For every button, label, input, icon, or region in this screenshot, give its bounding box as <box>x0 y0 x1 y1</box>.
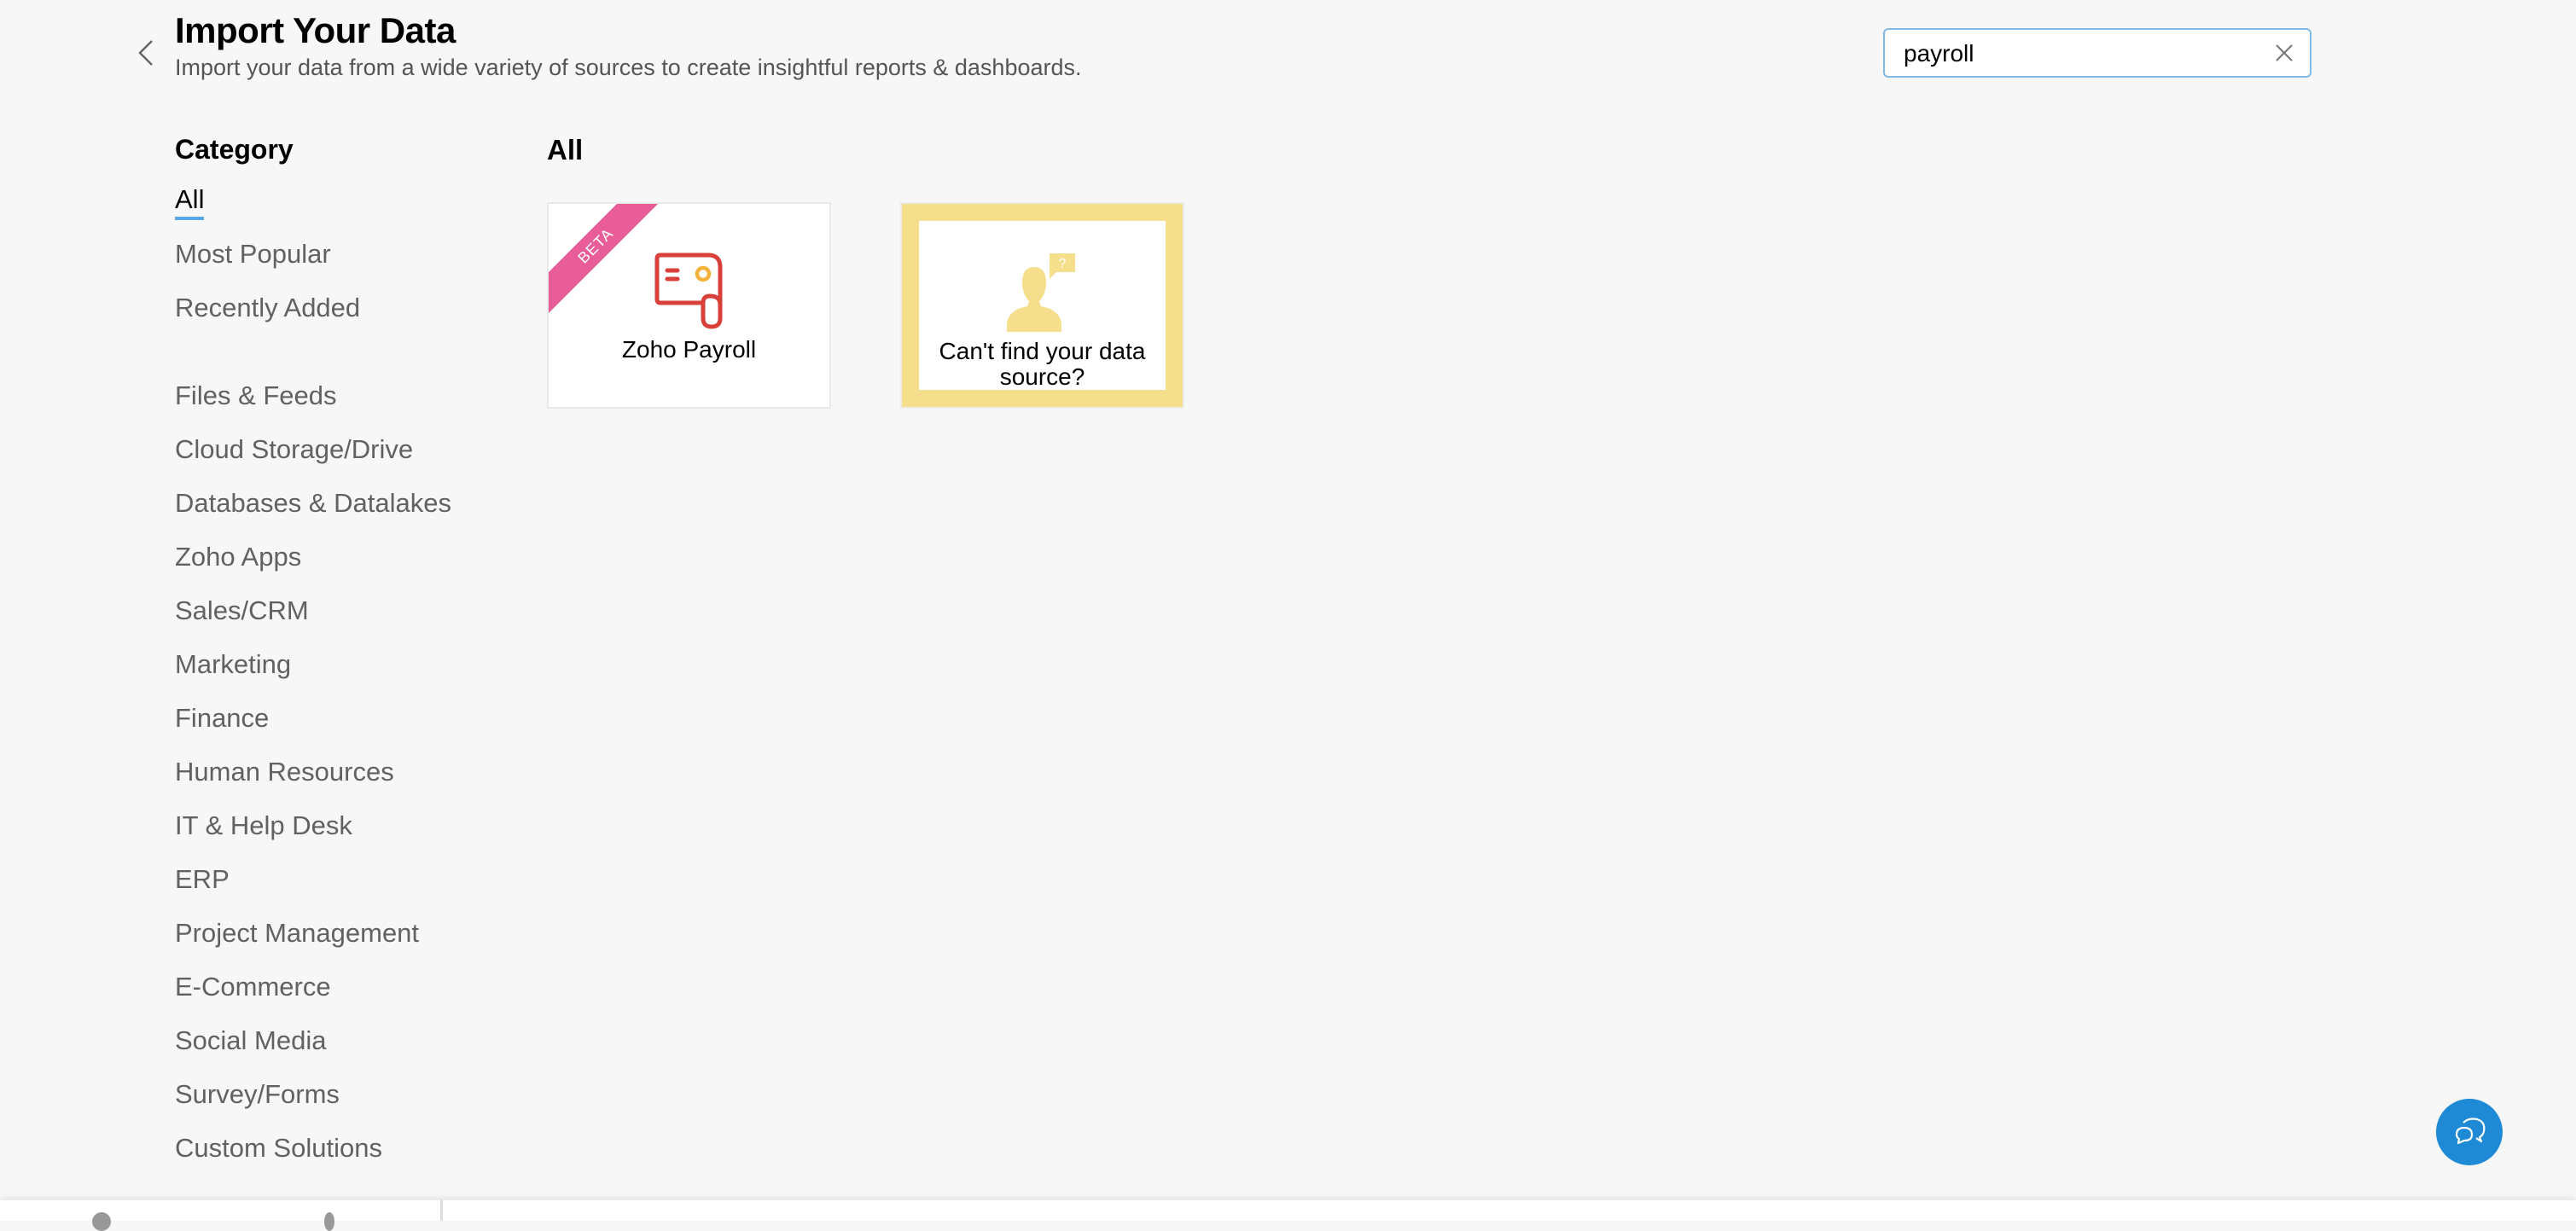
zoho-payroll-card[interactable]: BETA Zoho Payroll <box>547 202 831 409</box>
category-databases[interactable]: Databases & Datalakes <box>175 488 451 519</box>
card-label: Can't find your data source? <box>939 338 1146 390</box>
bottom-icon <box>92 1212 111 1231</box>
section-title: All <box>547 134 584 165</box>
close-icon[interactable] <box>2272 41 2296 65</box>
card-inner: ? Can't find your data source? <box>919 221 1166 390</box>
card-label: Zoho Payroll <box>621 336 757 363</box>
category-project-management[interactable]: Project Management <box>175 918 419 949</box>
chat-button[interactable] <box>2436 1099 2503 1165</box>
category-it-help-desk[interactable]: IT & Help Desk <box>175 810 352 841</box>
category-marketing[interactable]: Marketing <box>175 649 291 680</box>
category-human-resources[interactable]: Human Resources <box>175 757 394 787</box>
chat-bubbles-icon <box>2455 1118 2486 1145</box>
category-sales-crm[interactable]: Sales/CRM <box>175 595 309 626</box>
page-subtitle: Import your data from a wide variety of … <box>175 55 1082 80</box>
category-cloud-storage[interactable]: Cloud Storage/Drive <box>175 434 413 465</box>
category-all[interactable]: All <box>175 184 205 220</box>
category-zoho-apps[interactable]: Zoho Apps <box>175 542 301 572</box>
category-files-feeds[interactable]: Files & Feeds <box>175 380 337 411</box>
category-e-commerce[interactable]: E-Commerce <box>175 972 331 1002</box>
category-recently-added[interactable]: Recently Added <box>175 293 360 323</box>
category-most-popular[interactable]: Most Popular <box>175 239 331 270</box>
search-box <box>1883 28 2311 78</box>
category-survey-forms[interactable]: Survey/Forms <box>175 1079 340 1110</box>
category-finance[interactable]: Finance <box>175 703 269 734</box>
category-heading: Category <box>175 134 294 165</box>
back-button[interactable] <box>130 36 164 70</box>
page-title: Import Your Data <box>175 10 456 50</box>
bottom-bar <box>0 1200 2576 1231</box>
user-question-icon: ? <box>1006 253 1075 332</box>
bottom-icon <box>324 1212 334 1231</box>
beta-badge: BETA <box>549 204 664 314</box>
category-erp[interactable]: ERP <box>175 864 230 895</box>
svg-text:?: ? <box>1058 257 1066 271</box>
payroll-icon <box>654 253 722 329</box>
category-social-media[interactable]: Social Media <box>175 1025 326 1056</box>
category-custom-solutions[interactable]: Custom Solutions <box>175 1133 382 1164</box>
chevron-left-icon <box>138 40 153 66</box>
cant-find-data-source-card[interactable]: ? Can't find your data source? <box>900 202 1184 409</box>
bottom-divider <box>440 1200 443 1221</box>
search-input[interactable] <box>1902 30 2264 78</box>
